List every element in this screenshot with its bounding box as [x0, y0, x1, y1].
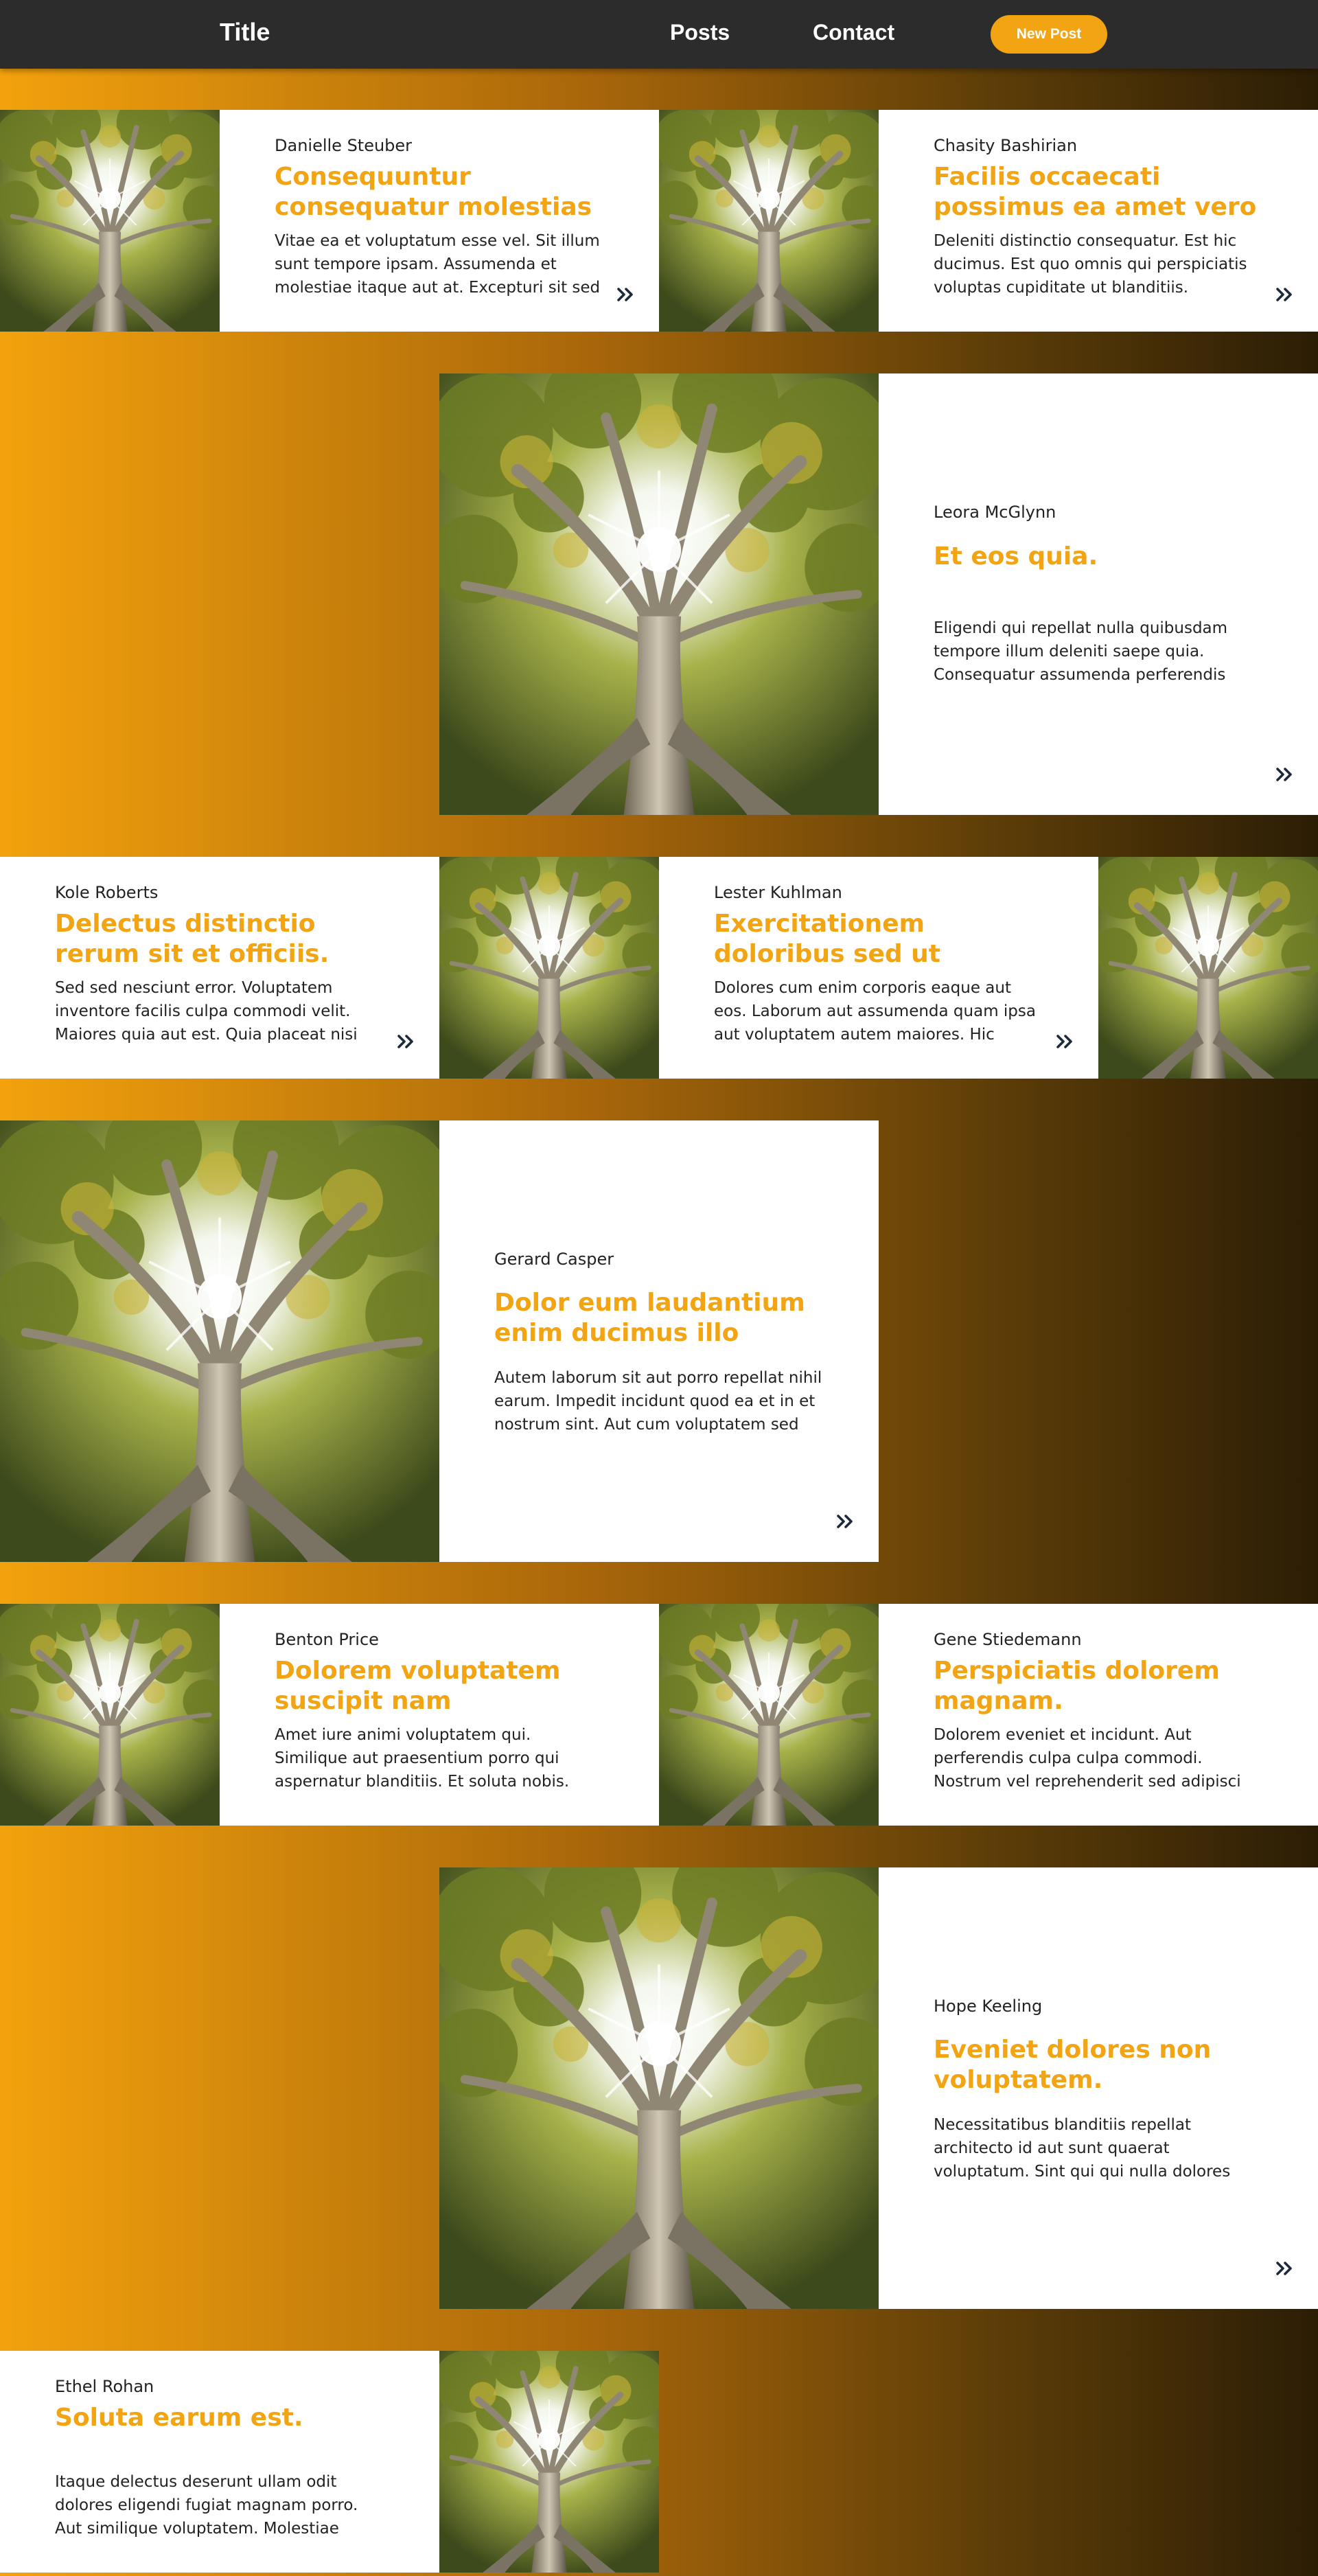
tree-photo — [659, 1604, 879, 1826]
double-chevron-right-icon — [1276, 288, 1292, 301]
site-title[interactable]: Title — [220, 18, 270, 47]
post-card-5[interactable]: Lester Kuhlman Exercitationem doloribus … — [659, 857, 1098, 1079]
tree-photo — [1098, 857, 1318, 1079]
post-photo-5[interactable] — [1098, 857, 1318, 1079]
tree-photo — [0, 1120, 439, 1562]
post-card-9[interactable]: Hope Keeling Eveniet dolores non volupta… — [879, 1867, 1318, 2309]
read-more-icon[interactable] — [1056, 1034, 1075, 1049]
post-excerpt: Necessitatibus blanditiis repellat archi… — [934, 2116, 1231, 2181]
post-excerpt: Itaque delectus deserunt ullam odit dolo… — [55, 2473, 358, 2538]
post-author: Benton Price — [275, 1630, 379, 1649]
tree-photo — [0, 110, 220, 332]
post-title[interactable]: Soluta earum est. — [55, 2403, 384, 2433]
post-excerpt: Autem laborum sit aut porro repellat nih… — [494, 1369, 822, 1434]
read-more-icon[interactable] — [616, 287, 636, 302]
post-author: Gerard Casper — [494, 1250, 614, 1269]
nav-contact-link[interactable]: Contact — [813, 20, 894, 45]
post-card-8[interactable]: Gene Stiedemann Perspiciatis dolorem mag… — [879, 1604, 1318, 1826]
post-card-3[interactable]: Leora McGlynn Et eos quia. Eligendi qui … — [879, 373, 1318, 815]
post-photo-6[interactable] — [0, 1120, 439, 1562]
post-title[interactable]: Perspiciatis dolorem magnam. — [934, 1656, 1236, 1716]
post-excerpt: Deleniti distinctio consequatur. Est hic… — [934, 232, 1247, 297]
post-photo-10[interactable] — [439, 2351, 659, 2573]
post-author: Lester Kuhlman — [714, 883, 842, 902]
post-card-2[interactable]: Chasity Bashirian Facilis occaecati poss… — [879, 110, 1318, 332]
post-title[interactable]: Eveniet dolores non voluptatem. — [934, 2035, 1263, 2095]
post-excerpt: Dolorem eveniet et incidunt. Aut perfere… — [934, 1726, 1241, 1791]
post-author: Chasity Bashirian — [934, 136, 1078, 155]
post-author: Ethel Rohan — [55, 2377, 154, 2396]
post-title[interactable]: Exercitationem doloribus sed ut — [714, 909, 1016, 969]
nav-posts-link[interactable]: Posts — [670, 20, 730, 45]
post-card-7[interactable]: Benton Price Dolorem voluptatem suscipit… — [220, 1604, 659, 1826]
double-chevron-right-icon — [1276, 2262, 1292, 2275]
tree-photo — [659, 110, 879, 332]
read-more-icon[interactable] — [1275, 287, 1295, 302]
post-card-10[interactable]: Ethel Rohan Soluta earum est. Itaque del… — [0, 2351, 439, 2573]
double-chevron-right-icon — [617, 288, 633, 301]
read-more-icon[interactable] — [1275, 2261, 1295, 2276]
post-photo-2[interactable] — [659, 110, 879, 332]
post-title[interactable]: Consequuntur consequatur molestias — [275, 162, 604, 222]
post-photo-4[interactable] — [439, 857, 659, 1079]
double-chevron-right-icon — [1276, 768, 1292, 781]
post-card-4[interactable]: Kole Roberts Delectus distinctio rerum s… — [0, 857, 439, 1079]
post-photo-8[interactable] — [659, 1604, 879, 1826]
post-author: Danielle Steuber — [275, 136, 413, 155]
post-title[interactable]: Delectus distinctio rerum sit et officii… — [55, 909, 357, 969]
post-excerpt: Vitae ea et voluptatum esse vel. Sit ill… — [275, 232, 601, 297]
tree-photo — [0, 1604, 220, 1826]
post-author: Gene Stiedemann — [934, 1630, 1082, 1649]
tree-photo — [439, 373, 879, 815]
double-chevron-right-icon — [1056, 1035, 1072, 1048]
post-photo-7[interactable] — [0, 1604, 220, 1826]
double-chevron-right-icon — [397, 1035, 413, 1048]
tree-photo — [439, 857, 659, 1079]
post-author: Kole Roberts — [55, 883, 159, 902]
top-navbar: Title Posts Contact New Post — [0, 0, 1318, 69]
post-photo-3[interactable] — [439, 373, 879, 815]
post-author: Hope Keeling — [934, 1997, 1043, 2016]
post-excerpt: Eligendi qui repellat nulla quibusdam te… — [934, 619, 1228, 684]
post-title[interactable]: Facilis occaecati possimus ea amet vero — [934, 162, 1263, 222]
post-photo-9[interactable] — [439, 1867, 879, 2309]
post-title[interactable]: Dolor eum laudantium enim ducimus illo — [494, 1288, 824, 1348]
post-card-6[interactable]: Gerard Casper Dolor eum laudantium enim … — [439, 1120, 879, 1562]
tree-photo — [439, 1867, 879, 2309]
read-more-icon[interactable] — [1275, 767, 1295, 782]
tree-photo — [439, 2351, 659, 2573]
double-chevron-right-icon — [837, 1515, 853, 1528]
read-more-icon[interactable] — [397, 1034, 416, 1049]
post-title[interactable]: Et eos quia. — [934, 542, 1263, 572]
post-card-1[interactable]: Danielle Steuber Consequuntur consequatu… — [220, 110, 659, 332]
post-photo-1[interactable] — [0, 110, 220, 332]
post-excerpt: Dolores cum enim corporis eaque aut eos.… — [714, 979, 1036, 1044]
read-more-icon[interactable] — [836, 1514, 855, 1529]
post-title[interactable]: Dolorem voluptatem suscipit nam — [275, 1656, 577, 1716]
post-author: Leora McGlynn — [934, 503, 1056, 522]
post-excerpt: Amet iure animi voluptatem qui. Similiqu… — [275, 1726, 570, 1791]
post-excerpt: Sed sed nesciunt error. Voluptatem inven… — [55, 979, 358, 1044]
new-post-button[interactable]: New Post — [991, 15, 1107, 54]
